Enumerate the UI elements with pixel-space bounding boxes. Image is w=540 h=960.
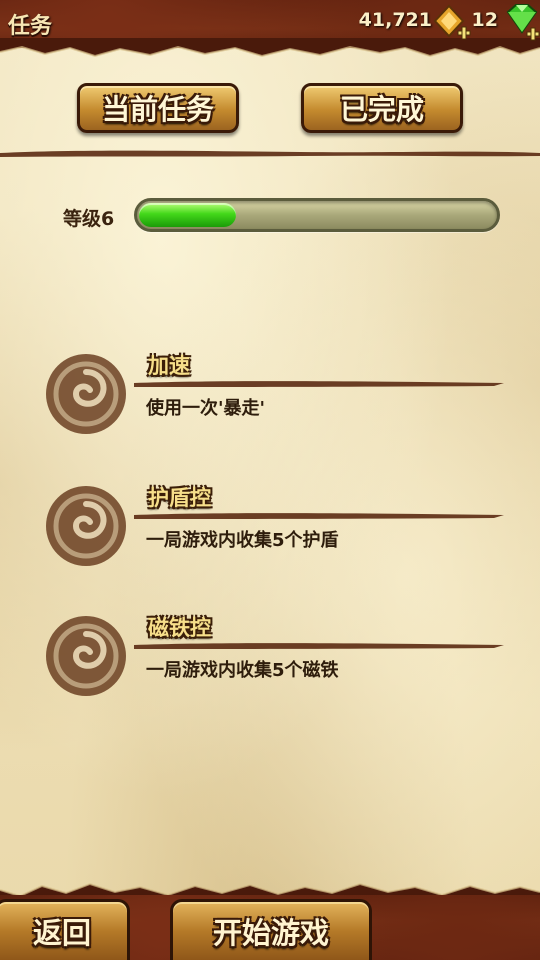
swirl-emblem-icon <box>46 616 126 696</box>
swirl-emblem-icon <box>46 354 126 434</box>
swirl-emblem-icon <box>46 486 126 566</box>
tab-completed[interactable]: 已完成 <box>301 83 463 133</box>
mission-description: 一局游戏内收集5个护盾 <box>146 530 339 551</box>
tab-current-missions[interactable]: 当前任务 <box>77 83 239 133</box>
mission-title: 护盾控 <box>148 486 211 510</box>
gem-count: 12 <box>471 9 498 31</box>
start-game-button[interactable]: 开始游戏 <box>170 899 372 960</box>
page-title: 任务 <box>8 14 53 39</box>
mission-item: 护盾控 一局游戏内收集5个护盾 <box>0 482 540 592</box>
mission-item: 磁铁控 一局游戏内收集5个磁铁 <box>0 612 540 722</box>
coin-count: 41,721 <box>358 9 432 31</box>
mission-title: 加速 <box>148 354 190 378</box>
back-button[interactable]: 返回 <box>0 899 130 960</box>
mission-description: 一局游戏内收集5个磁铁 <box>146 660 339 681</box>
green-gem-plus-icon[interactable] <box>502 2 540 42</box>
mission-divider-stroke <box>134 643 504 649</box>
divider-stroke <box>0 150 540 157</box>
level-label: 等级6 <box>63 208 115 230</box>
gold-diamond-plus-icon[interactable] <box>431 4 471 42</box>
parchment-background <box>0 0 540 960</box>
level-progress-bar <box>134 198 500 232</box>
mission-divider-stroke <box>134 381 504 387</box>
mission-divider-stroke <box>134 513 504 519</box>
mission-item: 加速 使用一次'暴走' <box>0 350 540 460</box>
level-progress-fill <box>139 203 236 227</box>
mission-title: 磁铁控 <box>148 616 211 640</box>
mission-description: 使用一次'暴走' <box>146 398 266 419</box>
